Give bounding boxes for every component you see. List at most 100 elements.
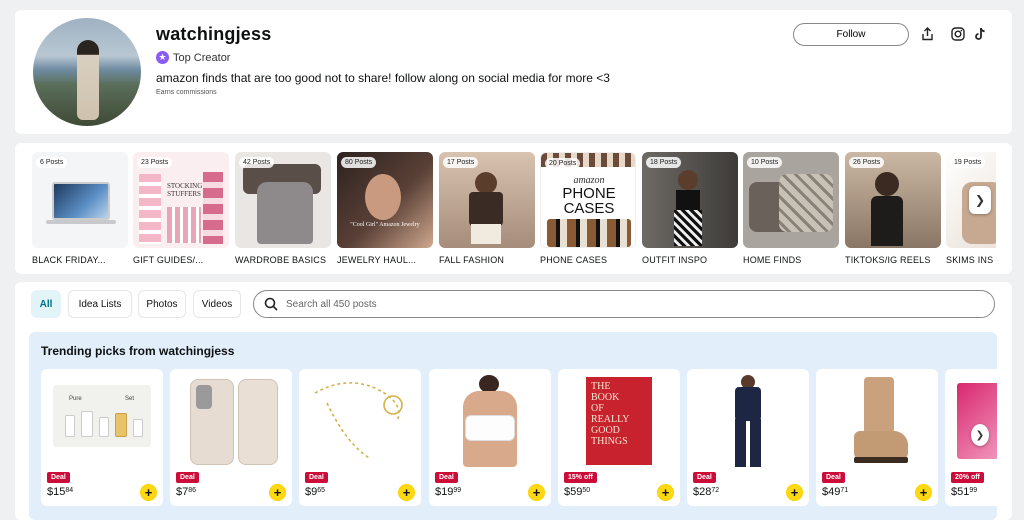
share-icon[interactable] bbox=[916, 23, 938, 45]
collection-thumbnail: "Cool Girl" Amazon Jewelry 80 Posts bbox=[337, 152, 433, 248]
product-price: $786 bbox=[176, 486, 197, 498]
price-cents: 86 bbox=[188, 487, 197, 494]
add-button[interactable]: + bbox=[398, 484, 415, 501]
post-count: 20 Posts bbox=[545, 158, 581, 169]
product-card[interactable]: Deal $4971 + bbox=[816, 369, 938, 506]
price-cents: 84 bbox=[65, 487, 74, 494]
product-card[interactable]: Pure Set Deal $1584 + bbox=[41, 369, 163, 506]
search-bar[interactable] bbox=[253, 290, 995, 318]
collection-thumbnail: 26 Posts bbox=[845, 152, 941, 248]
post-count: 42 Posts bbox=[239, 157, 275, 168]
deal-badge: Deal bbox=[176, 472, 199, 483]
price-cents: 72 bbox=[711, 487, 720, 494]
collection-tiktoks-reels[interactable]: 26 Posts TIKTOKS/IG REELS bbox=[845, 152, 941, 265]
price-whole: 28 bbox=[699, 486, 712, 498]
follow-button[interactable]: Follow bbox=[793, 23, 909, 46]
product-price: $1999 bbox=[435, 486, 462, 498]
post-count: 17 Posts bbox=[443, 157, 479, 168]
badge-label: Top Creator bbox=[173, 51, 231, 64]
tab-photos[interactable]: Photos bbox=[138, 290, 186, 318]
post-count: 6 Posts bbox=[36, 157, 68, 168]
collection-label: TIKTOKS/IG REELS bbox=[845, 255, 931, 265]
add-button[interactable]: + bbox=[786, 484, 803, 501]
collection-thumbnail: STOCKING STUFFERS 23 Posts bbox=[133, 152, 229, 248]
search-input[interactable] bbox=[286, 298, 994, 310]
post-count: 23 Posts bbox=[137, 157, 173, 168]
collection-phone-cases[interactable]: amazon PHONE CASES 20 Posts PHONE CASES bbox=[540, 152, 636, 265]
instagram-icon[interactable] bbox=[947, 23, 969, 45]
top-creator-badge: ★ Top Creator bbox=[156, 51, 230, 64]
product-image bbox=[824, 375, 930, 469]
price-cents: 50 bbox=[582, 487, 591, 494]
collection-outfit-inspo[interactable]: 18 Posts OUTFIT INSPO bbox=[642, 152, 738, 265]
book-word-4: REALLY bbox=[591, 414, 630, 425]
post-count: 26 Posts bbox=[849, 157, 885, 168]
thumb-phone: PHONE bbox=[562, 185, 616, 202]
collection-jewelry-haul[interactable]: "Cool Girl" Amazon Jewelry 80 Posts JEWE… bbox=[337, 152, 433, 265]
search-icon bbox=[264, 297, 278, 311]
product-price: $1584 bbox=[47, 486, 74, 498]
product-price: $4971 bbox=[822, 486, 849, 498]
collection-label: PHONE CASES bbox=[540, 255, 608, 265]
add-button[interactable]: + bbox=[657, 484, 674, 501]
collection-fall-fashion[interactable]: 17 Posts FALL FASHION bbox=[439, 152, 535, 265]
price-whole: 51 bbox=[957, 486, 970, 498]
post-count: 80 Posts bbox=[341, 157, 377, 168]
price-cents: 99 bbox=[453, 487, 462, 494]
trending-title: Trending picks from watchingjess bbox=[41, 344, 235, 358]
product-card[interactable]: Deal $1999 + bbox=[429, 369, 551, 506]
chevron-right-icon: ❯ bbox=[974, 193, 986, 207]
add-button[interactable]: + bbox=[528, 484, 545, 501]
tab-idea-lists[interactable]: Idea Lists bbox=[68, 290, 132, 318]
trending-picks: Trending picks from watchingjess Pure Se… bbox=[29, 332, 997, 520]
tiktok-icon[interactable] bbox=[969, 23, 991, 45]
avatar[interactable] bbox=[33, 18, 141, 126]
price-cents: 65 bbox=[317, 487, 326, 494]
tab-all[interactable]: All bbox=[31, 290, 61, 318]
product-card[interactable]: Deal $2872 + bbox=[687, 369, 809, 506]
product-image bbox=[695, 375, 801, 469]
add-button[interactable]: + bbox=[269, 484, 286, 501]
deal-badge: Deal bbox=[822, 472, 845, 483]
collection-thumbnail: 6 Posts bbox=[32, 152, 128, 248]
collections-carousel: 6 Posts BLACK FRIDAY... STOCKING STUFFER… bbox=[15, 143, 1012, 274]
collection-label: JEWELRY HAUL... bbox=[337, 255, 417, 265]
book-word-1: THE bbox=[591, 381, 611, 392]
collection-label: WARDROBE BASICS bbox=[235, 255, 327, 265]
book-word-6: THINGS bbox=[591, 436, 628, 447]
add-button[interactable]: + bbox=[915, 484, 932, 501]
earns-commissions: Earns commissions bbox=[156, 89, 217, 96]
post-count: 10 Posts bbox=[747, 157, 783, 168]
product-price: $5199 bbox=[951, 486, 978, 498]
price-whole: 59 bbox=[570, 486, 583, 498]
discount-badge: 15% off bbox=[564, 472, 597, 483]
product-image: THE BOOK OF REALLY GOOD THINGS bbox=[566, 375, 672, 469]
chevron-right-icon: ❯ bbox=[975, 429, 985, 441]
collections-next-arrow[interactable]: ❯ bbox=[969, 186, 991, 214]
thumb-cases: CASES bbox=[563, 200, 615, 217]
bio: amazon finds that are too good not to sh… bbox=[156, 71, 610, 85]
collection-home-finds[interactable]: 10 Posts HOME FINDS bbox=[743, 152, 839, 265]
product-card[interactable]: THE BOOK OF REALLY GOOD THINGS 15% off $… bbox=[558, 369, 680, 506]
product-image bbox=[953, 375, 997, 469]
trending-next-arrow[interactable]: ❯ bbox=[971, 424, 989, 446]
deal-badge: Deal bbox=[693, 472, 716, 483]
product-card[interactable]: Deal $786 + bbox=[170, 369, 292, 506]
collection-wardrobe-basics[interactable]: 42 Posts WARDROBE BASICS bbox=[235, 152, 331, 265]
add-button[interactable]: + bbox=[140, 484, 157, 501]
post-count: 18 Posts bbox=[646, 157, 682, 168]
post-count: 19 Posts bbox=[950, 157, 986, 168]
price-whole: 19 bbox=[441, 486, 454, 498]
collection-gift-guides[interactable]: STOCKING STUFFERS 23 Posts GIFT GUIDES/.… bbox=[133, 152, 229, 265]
collection-label: FALL FASHION bbox=[439, 255, 505, 265]
book-word-3: OF bbox=[591, 403, 604, 414]
discount-badge: 20% off bbox=[951, 472, 984, 483]
book-word-5: GOOD bbox=[591, 425, 620, 436]
collection-label: SKIMS INS bbox=[946, 255, 994, 265]
collection-thumbnail: 10 Posts bbox=[743, 152, 839, 248]
deal-badge: Deal bbox=[47, 472, 70, 483]
posts-section: All Idea Lists Photos Videos Trending pi… bbox=[15, 282, 1012, 520]
tab-videos[interactable]: Videos bbox=[193, 290, 241, 318]
product-card[interactable]: Deal $965 + bbox=[299, 369, 421, 506]
collection-black-friday[interactable]: 6 Posts BLACK FRIDAY... bbox=[32, 152, 128, 265]
